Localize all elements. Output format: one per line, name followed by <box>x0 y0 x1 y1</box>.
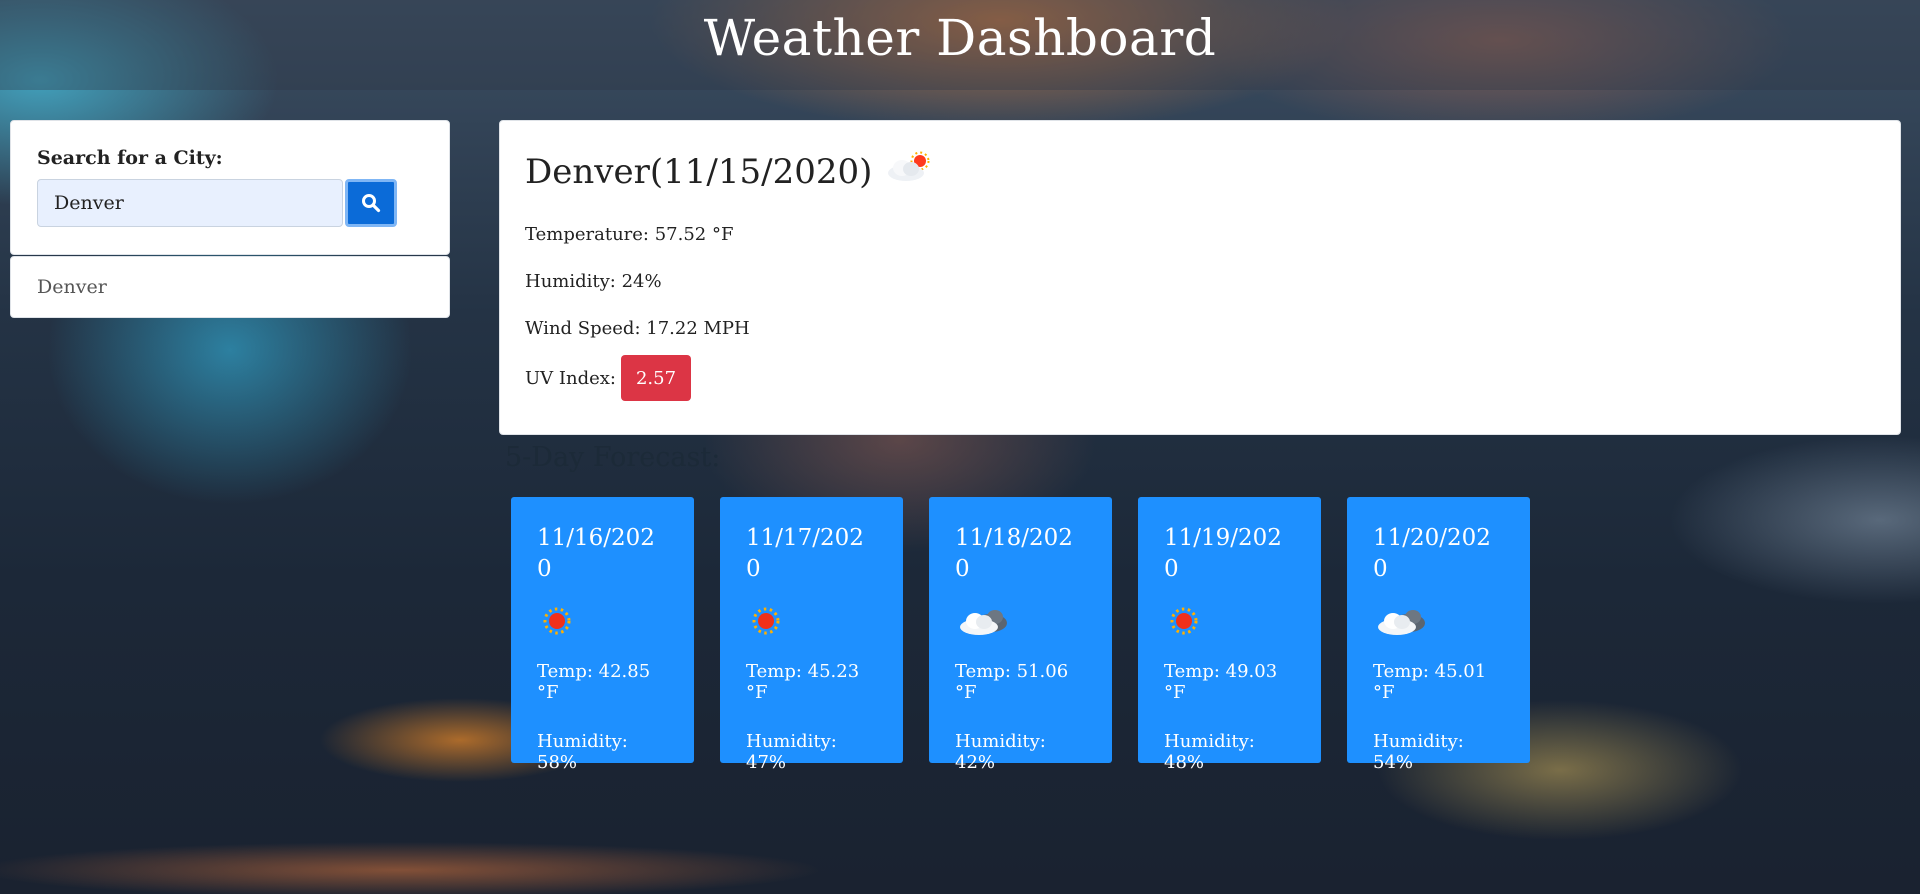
uv-index-row: UV Index: 2.57 <box>525 355 1875 401</box>
forecast-card: 11/20/2020 Temp: 45.01 °F Humidity: 54% <box>1347 497 1530 773</box>
forecast-date: 11/17/2020 <box>746 525 864 582</box>
history-item-label: Denver <box>37 276 107 298</box>
city-search-input[interactable] <box>37 179 343 227</box>
page-header: Weather Dashboard <box>0 0 1920 90</box>
forecast-date: 11/20/2020 <box>1373 525 1491 582</box>
forecast-humidity: Humidity: 48% <box>1164 731 1255 773</box>
current-wind-speed: Wind Speed: 17.22 MPH <box>525 318 750 339</box>
forecast-humidity: Humidity: 54% <box>1373 731 1464 773</box>
uv-index-label: UV Index: <box>525 367 616 389</box>
search-icon <box>362 194 381 213</box>
search-panel: Search for a City: <box>10 120 450 255</box>
search-row <box>37 179 423 227</box>
current-city-title: Denver(11/15/2020) <box>525 147 1875 196</box>
forecast-date: 11/16/2020 <box>537 525 655 582</box>
forecast-humidity: Humidity: 58% <box>537 731 628 773</box>
forecast-list: 11/16/2020 Temp: 42.85 °F Humidity: 58% … <box>511 497 1530 773</box>
sun-icon <box>746 595 877 647</box>
current-weather-panel: Denver(11/15/2020) Temperature: 57.52 °F… <box>499 120 1901 435</box>
forecast-date: 11/18/2020 <box>955 525 1073 582</box>
forecast-date: 11/19/2020 <box>1164 525 1282 582</box>
search-label: Search for a City: <box>37 147 223 169</box>
forecast-card: 11/18/2020 Temp: 51.06 °F Humidity: 42% <box>929 497 1112 773</box>
uv-index-badge: 2.57 <box>620 355 691 401</box>
sun-icon <box>537 595 668 647</box>
forecast-card: 11/17/2020 Temp: 45.23 °F Humidity: 47% <box>720 497 903 773</box>
forecast-card: 11/16/2020 Temp: 42.85 °F Humidity: 58% <box>511 497 694 773</box>
forecast-temp: Temp: 45.23 °F <box>746 661 860 703</box>
forecast-temp: Temp: 51.06 °F <box>955 661 1069 703</box>
forecast-temp: Temp: 45.01 °F <box>1373 661 1487 703</box>
current-temperature: Temperature: 57.52 °F <box>525 224 734 245</box>
forecast-card: 11/19/2020 Temp: 49.03 °F Humidity: 48% <box>1138 497 1321 773</box>
search-history-item[interactable]: Denver <box>10 256 450 318</box>
forecast-title: 5-Day Forecast: <box>505 442 721 473</box>
forecast-humidity: Humidity: 42% <box>955 731 1046 773</box>
forecast-temp: Temp: 42.85 °F <box>537 661 651 703</box>
forecast-humidity: Humidity: 47% <box>746 731 837 773</box>
forecast-temp: Temp: 49.03 °F <box>1164 661 1278 703</box>
city-date-label: Denver(11/15/2020) <box>525 151 873 192</box>
page-title: Weather Dashboard <box>703 9 1217 67</box>
cloud-icon <box>955 595 1086 647</box>
cloud-icon <box>1373 595 1504 647</box>
partly-cloudy-icon <box>882 147 932 196</box>
search-button[interactable] <box>345 179 397 227</box>
sun-icon <box>1164 595 1295 647</box>
current-humidity: Humidity: 24% <box>525 271 662 292</box>
